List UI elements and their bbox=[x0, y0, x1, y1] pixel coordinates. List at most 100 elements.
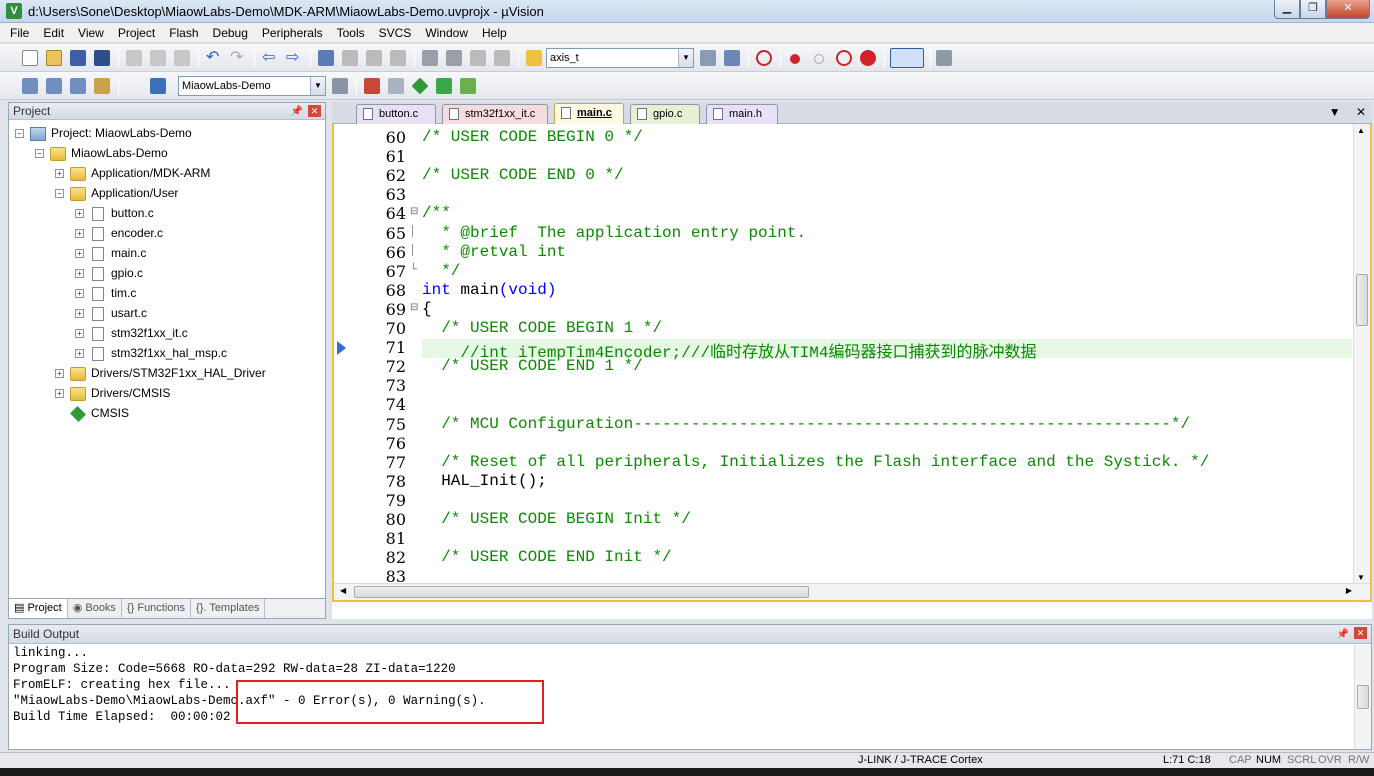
fold-toggle-icon[interactable]: ⊟ bbox=[410, 206, 420, 217]
tree-item[interactable]: + stm32f1xx_it.c bbox=[75, 323, 188, 343]
find-combo[interactable]: axis_t ▼ bbox=[546, 48, 694, 68]
tree-item[interactable]: + usart.c bbox=[75, 303, 147, 323]
tree-item[interactable]: + stm32f1xx_hal_msp.c bbox=[75, 343, 227, 363]
pack-installer-icon[interactable] bbox=[436, 78, 452, 94]
close-icon[interactable]: ✕ bbox=[1354, 627, 1367, 639]
editor-vertical-scrollbar[interactable]: ▲ ▼ bbox=[1353, 124, 1370, 600]
load-download-icon[interactable] bbox=[150, 78, 166, 94]
translate-icon[interactable] bbox=[22, 78, 38, 94]
find-icon[interactable] bbox=[700, 50, 716, 66]
code-line[interactable]: /* USER CODE BEGIN Init */ bbox=[422, 510, 691, 528]
collapse-icon[interactable]: − bbox=[15, 129, 24, 139]
tab-templates[interactable]: {}. Templates bbox=[191, 599, 266, 618]
window-layout-icon[interactable] bbox=[890, 48, 924, 68]
code-line[interactable]: */ bbox=[422, 262, 460, 280]
editor-horizontal-scrollbar[interactable]: ◀ ▶ bbox=[334, 583, 1370, 600]
code-line[interactable]: HAL_Init(); bbox=[422, 472, 547, 490]
rebuild-icon[interactable] bbox=[70, 78, 86, 94]
tree-item[interactable]: CMSIS bbox=[55, 403, 129, 423]
save-all-icon[interactable] bbox=[94, 50, 110, 66]
menu-view[interactable]: View bbox=[78, 26, 104, 40]
cut-icon[interactable] bbox=[126, 50, 142, 66]
configure-icon[interactable] bbox=[936, 50, 952, 66]
breakpoint-enable-icon[interactable] bbox=[814, 54, 824, 64]
code-line[interactable]: /* Reset of all peripherals, Initializes… bbox=[422, 453, 1209, 471]
tab-main-c[interactable]: main.c bbox=[554, 103, 624, 124]
expand-icon[interactable]: + bbox=[75, 209, 84, 219]
file-extensions-icon[interactable] bbox=[388, 78, 404, 94]
code-line[interactable]: /* USER CODE END 1 */ bbox=[422, 357, 643, 375]
expand-icon[interactable]: + bbox=[75, 249, 84, 259]
copy-icon[interactable] bbox=[150, 50, 166, 66]
tab-button-c[interactable]: button.c bbox=[356, 104, 436, 124]
tree-item[interactable]: + main.c bbox=[75, 243, 146, 263]
build-icon[interactable] bbox=[46, 78, 62, 94]
tab-project[interactable]: ▤ Project bbox=[9, 599, 68, 618]
prev-bookmark-icon[interactable] bbox=[342, 50, 358, 66]
close-button[interactable]: ✕ bbox=[1326, 0, 1370, 19]
code-line[interactable]: /* USER CODE END 0 */ bbox=[422, 166, 624, 184]
tree-item[interactable]: − Project: MiaowLabs-Demo bbox=[15, 123, 192, 143]
tab-list-chevron-icon[interactable]: ▼ bbox=[1329, 105, 1341, 119]
maximize-button[interactable]: ❐ bbox=[1300, 0, 1326, 19]
tree-item[interactable]: + Drivers/STM32F1xx_HAL_Driver bbox=[55, 363, 266, 383]
pin-icon[interactable]: 📌 bbox=[291, 104, 303, 120]
code-line[interactable]: /* USER CODE BEGIN 0 */ bbox=[422, 128, 643, 146]
expand-icon[interactable]: + bbox=[75, 329, 84, 339]
comment-icon[interactable] bbox=[470, 50, 486, 66]
clear-bookmarks-icon[interactable] bbox=[390, 50, 406, 66]
expand-icon[interactable]: + bbox=[75, 229, 84, 239]
scroll-up-icon[interactable]: ▲ bbox=[1357, 126, 1365, 135]
collapse-icon[interactable]: − bbox=[55, 189, 64, 199]
code-line[interactable]: /** bbox=[422, 204, 451, 222]
uncomment-icon[interactable] bbox=[494, 50, 510, 66]
expand-icon[interactable]: + bbox=[55, 369, 64, 379]
incremental-find-icon[interactable] bbox=[724, 50, 740, 66]
code-line[interactable]: { bbox=[422, 300, 432, 318]
expand-icon[interactable]: + bbox=[75, 269, 84, 279]
menu-peripherals[interactable]: Peripherals bbox=[262, 26, 323, 40]
tree-item[interactable]: + Drivers/CMSIS bbox=[55, 383, 170, 403]
menu-flash[interactable]: Flash bbox=[169, 26, 198, 40]
tab-stm32f1xx-it-c[interactable]: stm32f1xx_it.c bbox=[442, 104, 548, 124]
code-line[interactable]: * @retval int bbox=[422, 243, 566, 261]
target-combo[interactable]: MiaowLabs-Demo ▼ bbox=[178, 76, 326, 96]
run-time-env-icon[interactable] bbox=[411, 77, 429, 95]
debug-start-icon[interactable] bbox=[756, 50, 772, 66]
paste-icon[interactable] bbox=[174, 50, 190, 66]
expand-icon[interactable]: + bbox=[75, 309, 84, 319]
tree-item[interactable]: − Application/User bbox=[55, 183, 178, 203]
minimize-button[interactable]: ▁ bbox=[1274, 0, 1300, 19]
menu-debug[interactable]: Debug bbox=[213, 26, 248, 40]
close-editor-icon[interactable]: ✕ bbox=[1356, 105, 1366, 119]
menu-tools[interactable]: Tools bbox=[337, 26, 365, 40]
nav-back-icon[interactable]: ⇦ bbox=[262, 50, 278, 66]
manage-components-icon[interactable] bbox=[364, 78, 380, 94]
batch-build-icon[interactable] bbox=[94, 78, 110, 94]
tab-books[interactable]: ◉ Books bbox=[68, 599, 122, 618]
menu-help[interactable]: Help bbox=[482, 26, 507, 40]
tree-item[interactable]: + Application/MDK-ARM bbox=[55, 163, 210, 183]
breakpoint-insert-icon[interactable] bbox=[790, 54, 800, 64]
target-options-icon[interactable] bbox=[332, 78, 348, 94]
indent-icon[interactable] bbox=[422, 50, 438, 66]
breakpoint-disable-all-icon[interactable] bbox=[836, 50, 852, 66]
find-in-files-icon[interactable] bbox=[526, 50, 542, 66]
pin-icon[interactable]: 📌 bbox=[1337, 626, 1349, 644]
collapse-icon[interactable]: − bbox=[35, 149, 44, 159]
scroll-down-icon[interactable]: ▼ bbox=[1357, 573, 1365, 582]
close-icon[interactable]: ✕ bbox=[308, 105, 321, 117]
next-bookmark-icon[interactable] bbox=[366, 50, 382, 66]
redo-icon[interactable]: ↷ bbox=[230, 50, 246, 66]
tab-main-h[interactable]: main.h bbox=[706, 104, 778, 124]
save-icon[interactable] bbox=[70, 50, 86, 66]
tree-item[interactable]: + encoder.c bbox=[75, 223, 163, 243]
new-file-icon[interactable] bbox=[22, 50, 38, 66]
hscroll-thumb[interactable] bbox=[354, 586, 809, 598]
tree-item[interactable]: + gpio.c bbox=[75, 263, 143, 283]
expand-icon[interactable]: + bbox=[55, 389, 64, 399]
editor-body[interactable]: 60 61 62 63 64 65 66 67 68 69 70 71 72 73 74 75 76 77 78 79… bbox=[332, 124, 1372, 602]
build-output-scrollbar[interactable] bbox=[1354, 645, 1371, 749]
tree-item[interactable]: + button.c bbox=[75, 203, 154, 223]
expand-icon[interactable]: + bbox=[75, 289, 84, 299]
